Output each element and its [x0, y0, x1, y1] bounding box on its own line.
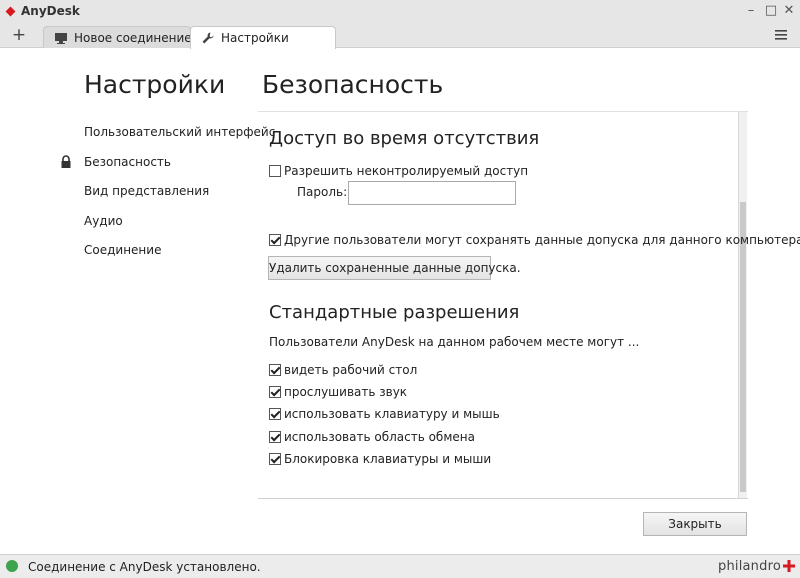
delete-credentials-button[interactable]: Удалить сохраненные данные допуска.: [268, 256, 521, 280]
sidebar-item-user-interface[interactable]: Пользовательский интерфейс: [84, 125, 275, 143]
save-credentials-checkbox[interactable]: [269, 234, 281, 246]
page-title: Безопасность: [262, 70, 444, 99]
allow-unattended-checkbox[interactable]: [269, 165, 281, 177]
wrench-icon: [202, 32, 214, 44]
permission-label: видеть рабочий стол: [284, 363, 418, 377]
password-label: Пароль:: [297, 185, 348, 199]
sidebar-item-audio[interactable]: Аудио: [84, 214, 123, 232]
allow-unattended-label: Разрешить неконтролируемый доступ: [284, 164, 529, 178]
vertical-scrollbar[interactable]: [738, 112, 747, 498]
permission-checkbox[interactable]: [269, 431, 281, 443]
close-icon[interactable]: ✕: [781, 3, 797, 19]
app-title: AnyDesk: [21, 4, 80, 18]
monitor-icon: [55, 33, 67, 44]
new-tab-button[interactable]: +: [10, 24, 28, 46]
permission-checkbox[interactable]: [269, 386, 281, 398]
permission-label: использовать область обмена: [284, 430, 475, 444]
anydesk-logo-icon: [5, 6, 16, 17]
minimize-icon[interactable]: –: [743, 3, 759, 19]
permission-checkbox[interactable]: [269, 364, 281, 376]
permission-label: Блокировка клавиатуры и мыши: [284, 452, 492, 466]
permission-row-hear-sound[interactable]: прослушивать звук: [269, 384, 407, 400]
close-button[interactable]: Закрыть: [643, 512, 747, 536]
status-text: Соединение с AnyDesk установлено.: [28, 560, 261, 574]
tab-label: Настройки: [221, 31, 289, 45]
unattended-section-title: Доступ во время отсутствия: [269, 128, 540, 149]
save-credentials-label: Другие пользователи могут сохранять данн…: [284, 233, 800, 247]
status-bar: Соединение с AnyDesk установлено. philan…: [0, 554, 800, 578]
permission-row-lock-input[interactable]: Блокировка клавиатуры и мыши: [269, 451, 491, 467]
lock-icon: [61, 155, 71, 168]
permission-label: использовать клавиатуру и мышь: [284, 407, 500, 421]
tab-new-connection[interactable]: Новое соединение: [43, 26, 192, 48]
hamburger-menu-icon[interactable]: [773, 27, 789, 43]
philandro-logo-icon: [783, 560, 795, 572]
permissions-intro: Пользователи AnyDesk на данном рабочем м…: [269, 335, 640, 349]
allow-unattended-checkbox-row[interactable]: Разрешить неконтролируемый доступ: [269, 163, 528, 179]
title-bar: AnyDesk – □ ✕: [0, 0, 800, 24]
permission-label: прослушивать звук: [284, 385, 408, 399]
settings-title: Настройки: [84, 70, 226, 99]
sidebar-item-display[interactable]: Вид представления: [84, 184, 209, 202]
permission-checkbox[interactable]: [269, 453, 281, 465]
permission-row-view-desktop[interactable]: видеть рабочий стол: [269, 362, 417, 378]
permission-row-keyboard-mouse[interactable]: использовать клавиатуру и мышь: [269, 406, 500, 422]
brand-logo: philandro: [718, 559, 781, 574]
tab-label: Новое соединение: [74, 31, 192, 45]
tab-settings[interactable]: Настройки: [190, 26, 336, 49]
sidebar-item-security[interactable]: Безопасность: [84, 155, 171, 173]
permission-checkbox[interactable]: [269, 408, 281, 420]
maximize-icon[interactable]: □: [763, 3, 779, 19]
permissions-section-title: Стандартные разрешения: [269, 302, 520, 323]
tab-bar: + Новое соединение Настройки: [0, 24, 800, 49]
save-credentials-checkbox-row[interactable]: Другие пользователи могут сохранять данн…: [269, 232, 800, 248]
password-input[interactable]: [348, 181, 516, 205]
permission-row-clipboard[interactable]: использовать область обмена: [269, 429, 475, 445]
sidebar-item-connection[interactable]: Соединение: [84, 243, 161, 261]
connection-status-icon: [6, 560, 18, 572]
